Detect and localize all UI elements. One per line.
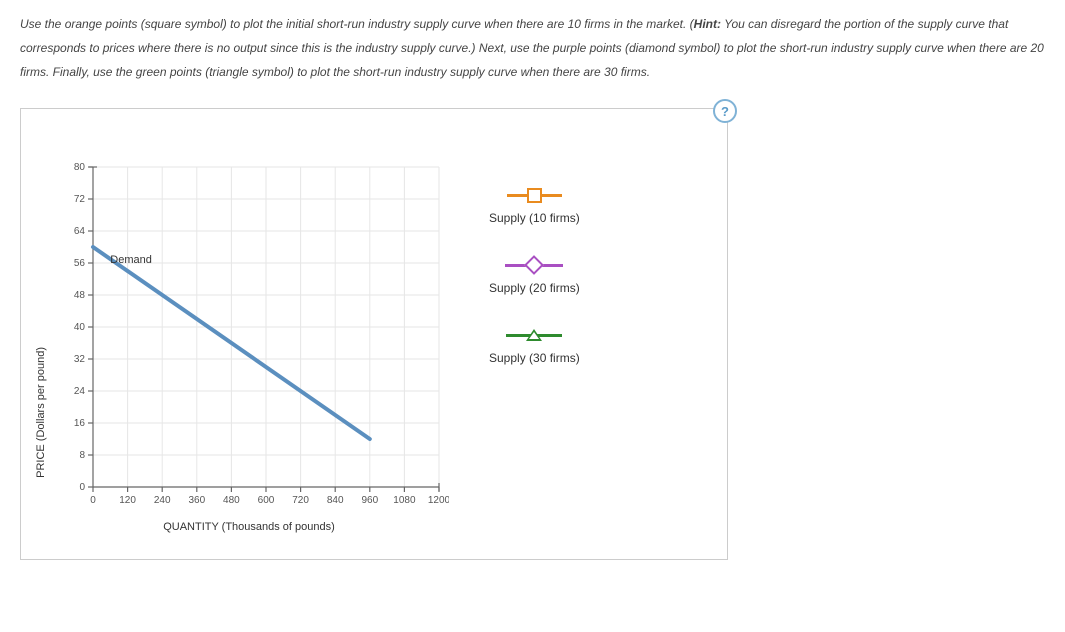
svg-text:1200: 1200: [428, 495, 449, 506]
legend-label-20: Supply (20 firms): [489, 281, 580, 295]
svg-text:1080: 1080: [393, 495, 416, 506]
legend: Supply (10 firms) Supply (20 firms) Supp…: [489, 185, 580, 395]
legend-supply-20[interactable]: Supply (20 firms): [489, 255, 580, 295]
svg-text:16: 16: [74, 418, 86, 429]
svg-text:720: 720: [292, 495, 309, 506]
svg-text:24: 24: [74, 386, 86, 397]
svg-text:8: 8: [79, 450, 85, 461]
legend-label-10: Supply (10 firms): [489, 211, 580, 225]
instructions-text: Use the orange points (square symbol) to…: [20, 12, 1045, 84]
svg-text:240: 240: [154, 495, 171, 506]
svg-text:960: 960: [361, 495, 378, 506]
chart-area[interactable]: PRICE (Dollars per pound) 01202403604806…: [49, 157, 449, 537]
svg-text:840: 840: [327, 495, 344, 506]
x-axis-label: QUANTITY (Thousands of pounds): [49, 521, 449, 533]
svg-text:80: 80: [74, 162, 86, 173]
svg-text:0: 0: [90, 495, 96, 506]
svg-text:64: 64: [74, 226, 86, 237]
square-icon: [489, 185, 580, 205]
graph-panel: ? PRICE (Dollars per pound) 012024036048…: [20, 108, 728, 560]
svg-text:48: 48: [74, 290, 86, 301]
legend-supply-30[interactable]: Supply (30 firms): [489, 325, 580, 365]
svg-text:72: 72: [74, 194, 86, 205]
svg-text:600: 600: [258, 495, 275, 506]
diamond-icon: [489, 255, 580, 275]
svg-text:0: 0: [79, 482, 85, 493]
svg-text:120: 120: [119, 495, 136, 506]
y-axis-label: PRICE (Dollars per pound): [35, 347, 47, 478]
legend-supply-10[interactable]: Supply (10 firms): [489, 185, 580, 225]
svg-text:40: 40: [74, 322, 86, 333]
chart-svg[interactable]: 0 120 240 360 480 600 720 840 960 1080 1200 0 8 16 24 3…: [49, 157, 449, 517]
svg-text:56: 56: [74, 258, 86, 269]
svg-text:Demand: Demand: [110, 254, 152, 266]
instr-part1: Use the orange points (square symbol) to…: [20, 17, 694, 31]
help-button[interactable]: ?: [713, 99, 737, 123]
svg-text:32: 32: [74, 354, 86, 365]
svg-text:480: 480: [223, 495, 240, 506]
triangle-icon: [489, 325, 580, 345]
svg-text:360: 360: [188, 495, 205, 506]
instr-hint-label: Hint:: [694, 17, 721, 31]
legend-label-30: Supply (30 firms): [489, 351, 580, 365]
